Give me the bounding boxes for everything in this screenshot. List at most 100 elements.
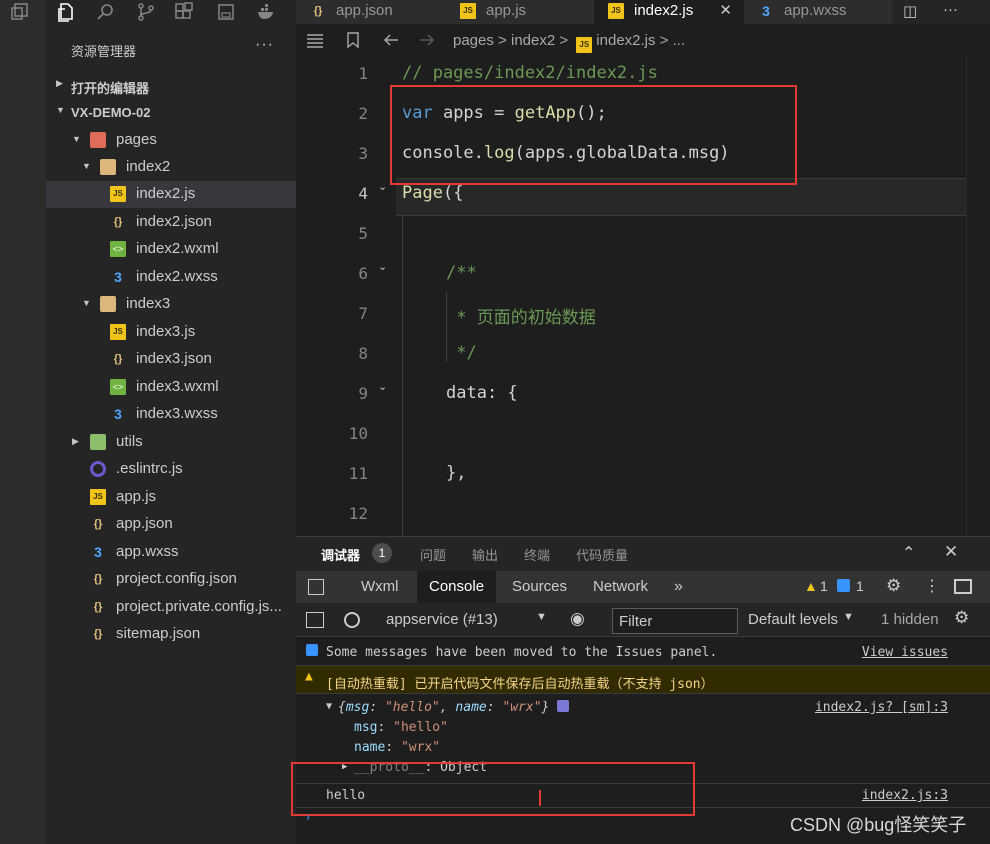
tree-item-label: app.json [116,515,173,532]
tree-item-label: index3.json [136,350,212,367]
kebab-menu-icon[interactable]: ⋮ [924,576,940,596]
fold-chevron-icon[interactable]: ⌄ [378,180,387,193]
tree-item-index2-wxml[interactable]: <> index2.wxml [46,236,296,263]
tree-item-project-private-config[interactable]: {} project.private.config.js... [46,594,296,621]
tree-item-project-config[interactable]: {} project.config.json [46,566,296,593]
context-select[interactable]: appservice (#13) [386,611,498,628]
editor-scrollbar[interactable] [966,56,980,536]
tab-console[interactable]: Console [417,571,497,603]
inspect-icon[interactable] [308,579,324,595]
explorer-icon[interactable] [56,2,76,22]
fold-chevron-icon[interactable]: ⌄ [378,380,387,393]
code-line-6: /** [446,263,477,283]
filter-input[interactable] [612,608,738,634]
tree-item-app-json[interactable]: {} app.json [46,511,296,538]
back-arrow-icon[interactable] [382,32,400,48]
object-summary[interactable]: {msg: "hello", name: "wrx"} [338,700,570,715]
extensions-icon[interactable] [174,2,194,22]
tab-wxml[interactable]: Wxml [349,571,411,603]
line-number: 6 [358,264,368,283]
tree-item-index2-wxss[interactable]: 3 index2.wxss [46,264,296,291]
tab-sources[interactable]: Sources [500,571,579,603]
view-issues-link[interactable]: View issues [862,645,948,660]
crumb-symbol[interactable]: > ... [660,32,685,49]
tree-item-pages[interactable]: ▼ pages [46,127,296,154]
bookmark-icon[interactable] [344,32,362,48]
code-line-7: * 页面的初始数据 [446,308,596,328]
chevron-up-icon[interactable]: ⌃ [902,543,915,563]
tree-item-index3-wxss[interactable]: 3 index3.wxss [46,401,296,428]
tree-item-index3[interactable]: ▼ index3 [46,291,296,318]
close-icon[interactable]: ✕ [944,542,958,562]
tab-terminal[interactable]: 终端 [524,545,550,564]
tab-index2-js[interactable]: JS index2.js ✕ [594,0,744,24]
info-count[interactable]: 1 [856,578,864,594]
tree-item-index3-wxml[interactable]: <> index3.wxml [46,374,296,401]
tree-item-index2-js[interactable]: JS index2.js [46,181,296,208]
code-line-4: Page({ [402,183,463,203]
tree-item-index3-js[interactable]: JS index3.js [46,319,296,346]
more-actions-icon[interactable]: ··· [943,1,958,18]
tab-debugger[interactable]: 调试器 [321,545,360,564]
tree-item-label: app.wxss [116,543,179,560]
activity-bar [0,0,46,844]
tree-item-index2[interactable]: ▼ index2 [46,154,296,181]
tree-item-eslintrc[interactable]: .eslintrc.js [46,456,296,483]
tab-problems[interactable]: 问题 [420,545,446,564]
tab-output[interactable]: 输出 [472,545,498,564]
tree-item-index2-json[interactable]: {} index2.json [46,209,296,236]
info-icon[interactable] [837,579,850,592]
more-tabs-icon[interactable]: » [674,571,683,603]
crumb-index2[interactable]: index2 [511,32,555,49]
more-actions-icon[interactable]: ··· [255,36,274,54]
source-link[interactable]: index2.js? [sm]:3 [815,700,948,715]
chevron-down-icon[interactable]: ▼ [843,611,854,623]
tab-app-js[interactable]: JS app.js [446,0,594,24]
sidebar-toggle-icon[interactable] [306,612,324,628]
info-icon [557,700,570,712]
copy-icon[interactable] [10,2,30,22]
chevron-down-icon: ▼ [82,298,91,308]
chevron-down-icon[interactable]: ▼ [536,611,547,623]
crumb-pages[interactable]: pages [453,32,494,49]
search-icon[interactable] [96,2,116,22]
source-link[interactable]: index2.js:3 [862,788,948,803]
gear-icon[interactable]: ⚙ [954,608,969,628]
clear-console-icon[interactable] [344,612,360,628]
forward-arrow-icon[interactable] [418,32,436,48]
fold-chevron-icon[interactable]: ⌄ [378,260,387,273]
warning-count[interactable]: 1 [820,578,828,594]
tab-code-quality[interactable]: 代码质量 [576,545,628,564]
wxss-icon: 3 [114,406,122,422]
crumb-file[interactable]: index2.js [596,32,655,49]
dock-icon[interactable] [954,579,972,594]
breadcrumb-path[interactable]: pages > index2 > JS index2.js > ... [453,32,685,53]
tab-network[interactable]: Network [581,571,660,603]
indent-guide [402,216,403,536]
open-editors-section[interactable]: ▶ 打开的编辑器 [46,74,296,98]
warning-icon[interactable]: ▲ [804,578,818,594]
list-icon[interactable] [306,32,324,48]
message-text: [自动热重载] 已开启代码文件保存后自动热重载（不支持 json） [326,677,714,692]
triangle-down-icon[interactable]: ▼ [326,701,332,712]
folder-icon [100,159,116,175]
tree-item-index3-json[interactable]: {} index3.json [46,346,296,373]
close-icon[interactable]: ✕ [719,1,732,19]
tree-item-app-js[interactable]: JS app.js [46,484,296,511]
tree-item-sitemap[interactable]: {} sitemap.json [46,621,296,648]
line-number: 1 [358,64,368,83]
docker-icon[interactable] [256,2,276,22]
eye-icon[interactable]: ◉ [570,609,585,629]
source-control-icon[interactable] [136,2,156,22]
split-editor-icon[interactable]: ◫ [903,2,917,20]
tab-app-json[interactable]: {} app.json [296,0,446,24]
tree-item-utils[interactable]: ▶ utils [46,429,296,456]
gear-icon[interactable]: ⚙ [886,576,901,596]
console-prompt-icon[interactable]: › [306,810,310,824]
project-section[interactable]: ▼ VX-DEMO-02 [46,101,296,125]
log-levels-select[interactable]: Default levels [748,611,838,628]
storage-icon[interactable] [216,2,236,22]
hidden-count: 1 hidden [881,611,939,628]
tree-item-app-wxss[interactable]: 3 app.wxss [46,539,296,566]
tab-app-wxss[interactable]: 3 app.wxss [744,0,892,24]
